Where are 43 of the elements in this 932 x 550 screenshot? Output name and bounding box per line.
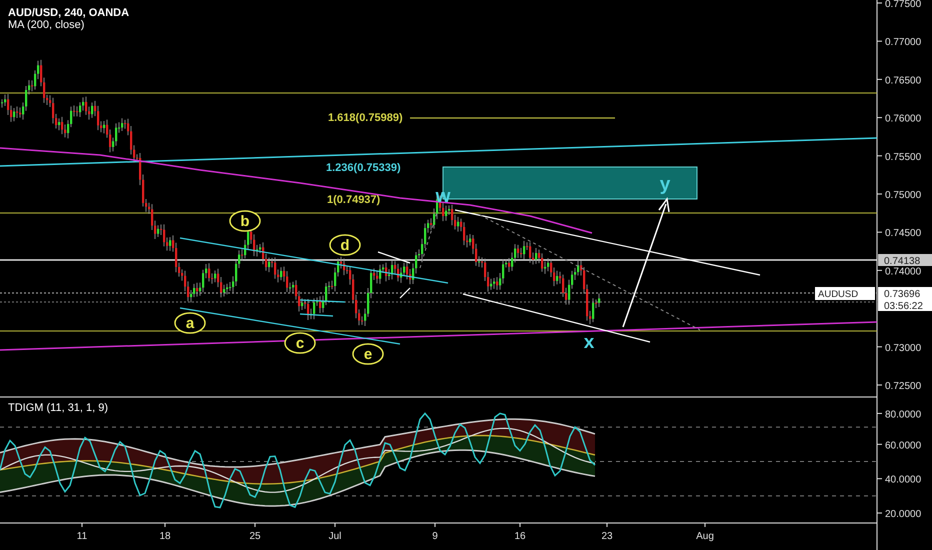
- channel-line: [400, 288, 410, 298]
- price-axis-label: 0.76000: [885, 114, 922, 125]
- time-axis-label: Jul: [328, 531, 342, 542]
- indicator-title: TDIGM (11, 31, 1, 9): [8, 402, 108, 414]
- price-tag: 0.73696: [878, 287, 932, 300]
- wave-label: b: [229, 210, 261, 232]
- price-axis-label: 0.74500: [885, 228, 922, 240]
- price-axis-label: 0.74000: [885, 266, 922, 278]
- wave-label: w: [436, 186, 450, 207]
- fib-level-label: 1.618(0.75989): [328, 112, 403, 124]
- wave-label: a: [174, 312, 206, 334]
- price-axis-label: 0.75500: [885, 152, 922, 163]
- price-axis-label: 0.72500: [885, 381, 922, 392]
- wave-label: x: [584, 332, 594, 353]
- time-axis-label: 16: [514, 531, 526, 542]
- wave-label: d: [329, 234, 361, 256]
- time-axis-label: 9: [432, 531, 438, 542]
- wave-label: y: [660, 174, 670, 195]
- wave-label: c: [284, 332, 316, 354]
- dashed-line: [420, 212, 438, 268]
- time-axis-label: 11: [76, 531, 88, 542]
- channel-line: [300, 299, 346, 303]
- price-axis-label: 0.75000: [885, 190, 922, 201]
- time-axis-label: Aug: [696, 531, 714, 542]
- symbol-tag: AUDUSD: [815, 287, 875, 300]
- price-axis-label: 0.77500: [885, 0, 922, 10]
- fib-level-label: 1.236(0.75339): [326, 162, 401, 174]
- time-axis-label: 25: [249, 531, 261, 542]
- fib-level-label: 1(0.74937): [327, 194, 380, 206]
- time-axis-label: 23: [601, 531, 613, 542]
- chart-title: AUD/USD, 240, OANDA: [8, 7, 130, 19]
- wave-label: e: [352, 343, 384, 365]
- price-tag: 03:56:22: [878, 299, 932, 312]
- indicator-axis-label: 80.0000: [885, 409, 922, 420]
- price-axis-label: 0.77000: [885, 37, 922, 48]
- price-axis-label: 0.76500: [885, 75, 922, 86]
- time-axis-label: 18: [159, 531, 171, 542]
- indicator-axis-label: 40.0000: [885, 474, 922, 486]
- study-label: MA (200, close): [8, 19, 84, 31]
- indicator-axis-label: 20.0000: [885, 509, 922, 520]
- price-tag: 0.74138: [878, 254, 932, 267]
- indicator-axis-label: 60.0000: [885, 440, 922, 452]
- price-axis-label: 0.73000: [885, 342, 922, 354]
